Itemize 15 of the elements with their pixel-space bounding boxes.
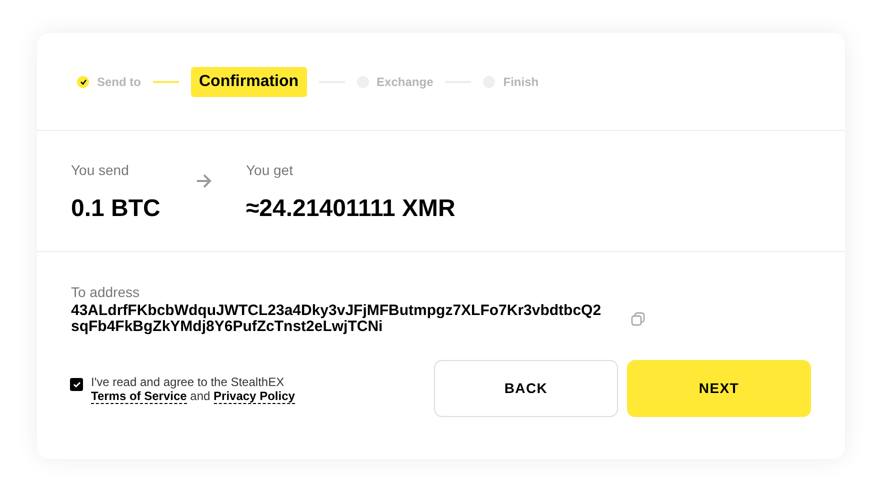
arrow-icon [196, 174, 212, 188]
step-current[interactable]: Confirmation [191, 66, 307, 96]
send-amount: 0.1 BTC [71, 194, 162, 224]
agreement-text: I've read and agree to the StealthEX Terms of Service and Privacy Policy [91, 374, 296, 402]
privacy-link[interactable]: Privacy Policy [214, 388, 295, 404]
agree-checkbox[interactable] [70, 378, 83, 390]
check-icon [72, 380, 80, 388]
terms-link[interactable]: Terms of Service [91, 388, 187, 404]
back-button[interactable]: BACK [434, 360, 618, 417]
get-label: You get [246, 161, 294, 180]
next-button[interactable]: NEXT [627, 360, 811, 417]
get-amount: ≈24.21401111 XMR [246, 194, 456, 224]
address-label: To address [71, 283, 140, 302]
address-value: 43ALdrfFKbcbWdquJWTCL23a4Dky3vJFjMFButmpgz7XLFo7Kr3vbdtbcQ2sqFb4FkBgZkYMdj8Y6PufZcTnst2eLwjTCNi [71, 303, 602, 335]
send-label: You send [71, 161, 130, 180]
